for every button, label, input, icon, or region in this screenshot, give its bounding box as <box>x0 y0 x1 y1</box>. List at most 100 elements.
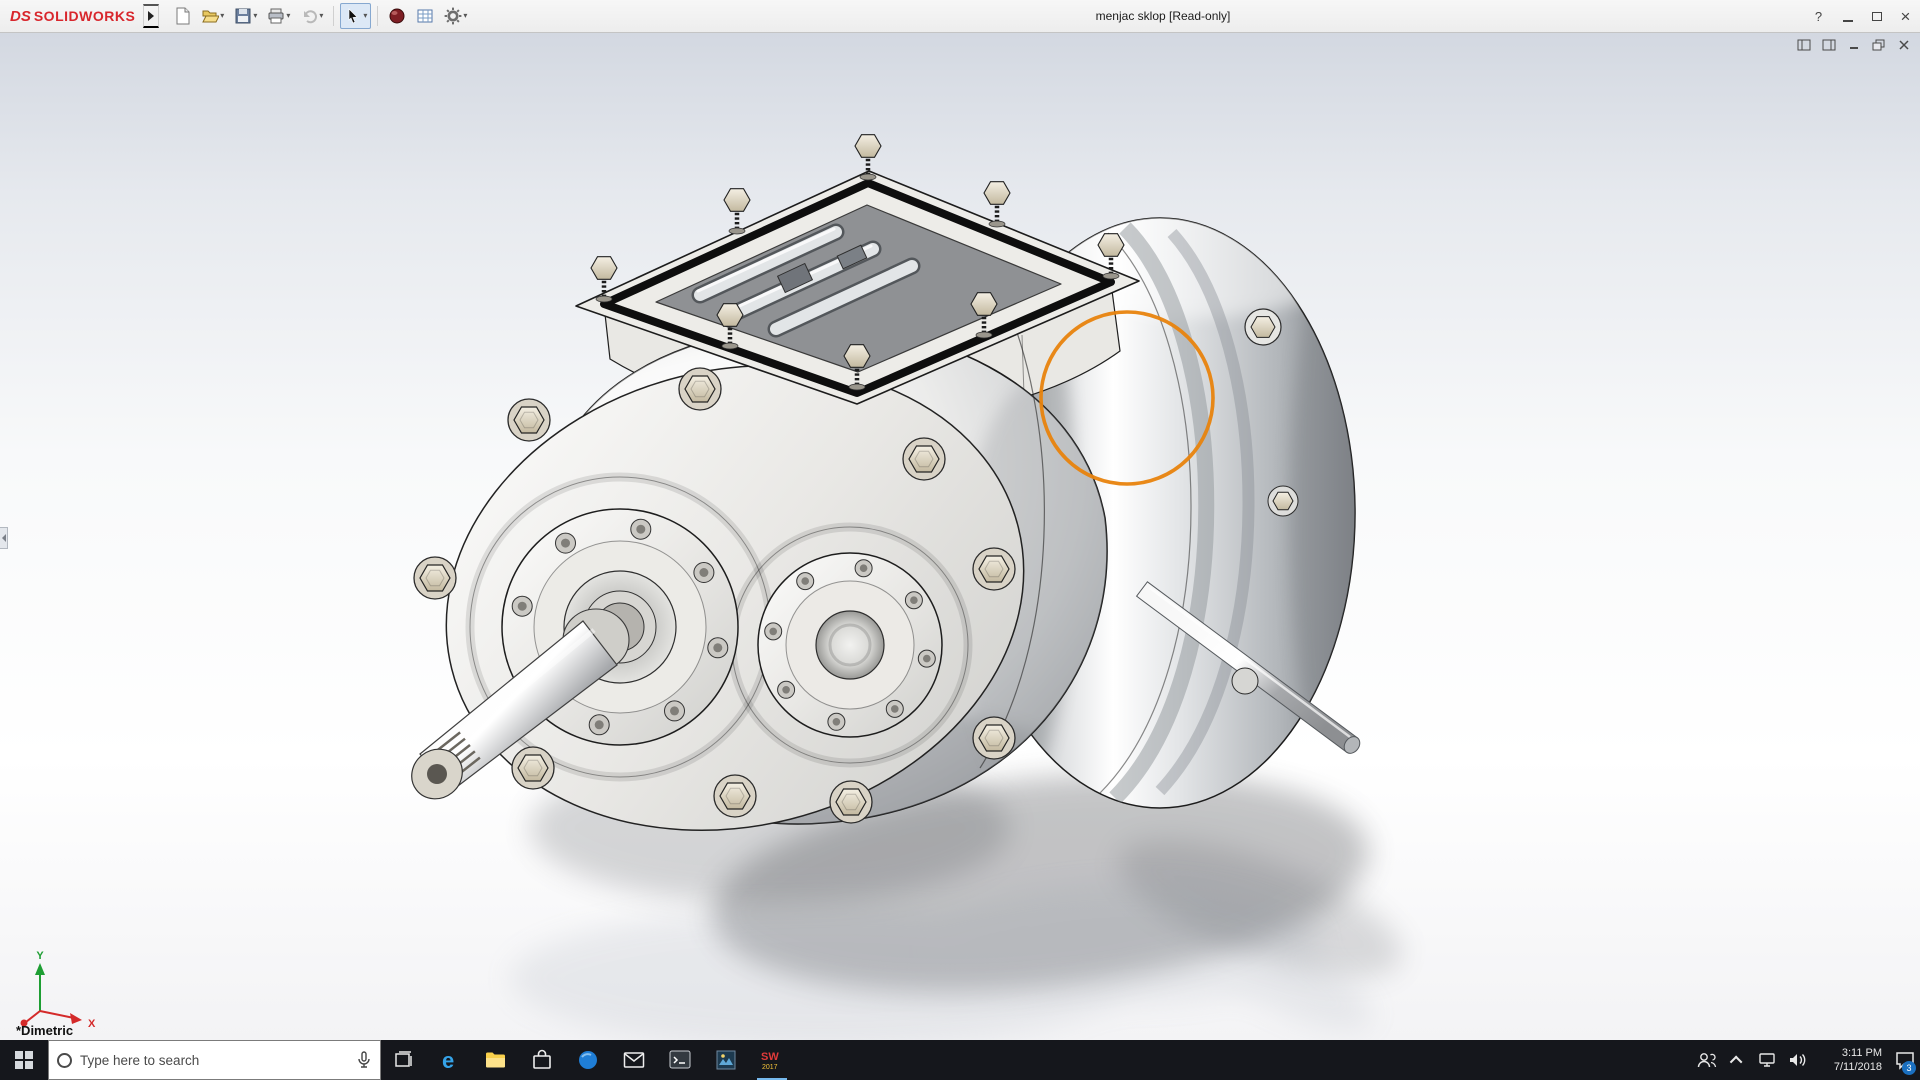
gearbox-model[interactable] <box>397 135 1400 890</box>
windows-taskbar: e <box>0 1040 1920 1080</box>
app-name: SOLIDWORKS <box>34 8 135 24</box>
people-button[interactable] <box>1692 1040 1722 1080</box>
orientation-triad: Y X <box>21 950 97 1030</box>
minimize-icon <box>1843 20 1853 22</box>
solidworks-icon: SW 2017 <box>759 1047 785 1073</box>
pane-right-icon <box>1822 39 1836 51</box>
mail-button[interactable] <box>611 1040 657 1080</box>
window-title: menjac sklop [Read-only] <box>1096 0 1231 33</box>
edge-button[interactable]: e <box>427 1040 473 1080</box>
volume-icon <box>1787 1051 1807 1069</box>
undo-icon <box>300 7 318 25</box>
solidworks-taskbar-button[interactable]: SW 2017 <box>749 1040 795 1080</box>
close-icon <box>1898 39 1910 51</box>
undo-button[interactable]: ▾ <box>296 3 327 29</box>
solidworks-logo[interactable]: DS SOLIDWORKS <box>0 8 143 25</box>
taskbar-search[interactable] <box>48 1040 381 1080</box>
clock-time: 3:11 PM <box>1842 1046 1882 1060</box>
pane-left-icon <box>1797 39 1811 51</box>
view-orientation-label: *Dimetric <box>16 1023 73 1038</box>
maximize-icon <box>1872 12 1882 21</box>
new-document-icon <box>173 7 191 25</box>
doc-pane-right-button[interactable] <box>1820 37 1837 52</box>
taskbar-clock[interactable]: 3:11 PM 7/11/2018 <box>1812 1040 1890 1080</box>
system-tray: 3:11 PM 7/11/2018 3 <box>1692 1040 1920 1080</box>
print-icon <box>267 7 285 25</box>
graphics-area[interactable]: Y X <box>0 33 1920 1040</box>
blue-app-button[interactable] <box>565 1040 611 1080</box>
panel-collapse-arrow[interactable] <box>0 527 8 549</box>
file-explorer-button[interactable] <box>473 1040 519 1080</box>
dropdown-caret-icon: ▾ <box>286 12 290 20</box>
doc-restore-button[interactable] <box>1870 37 1887 52</box>
doc-minimize-button[interactable] <box>1845 37 1862 52</box>
save-icon <box>234 7 252 25</box>
maximize-button[interactable] <box>1862 0 1891 33</box>
hidden-icons-button[interactable] <box>1722 1040 1752 1080</box>
start-icon <box>15 1051 33 1069</box>
blue-app-icon <box>576 1048 600 1072</box>
command-prompt-icon <box>668 1048 692 1072</box>
close-icon: × <box>1901 7 1911 27</box>
y-axis-arrow-icon <box>35 963 45 975</box>
notification-badge: 3 <box>1902 1061 1916 1075</box>
file-properties-icon <box>416 7 434 25</box>
secondary-flange[interactable] <box>758 553 942 737</box>
window-controls: ? × <box>1804 0 1920 33</box>
network-icon <box>1757 1051 1777 1069</box>
open-button[interactable]: ▾ <box>197 3 228 29</box>
doc-close-button[interactable] <box>1895 37 1912 52</box>
doc-pane-left-button[interactable] <box>1795 37 1812 52</box>
cortana-ring-icon <box>57 1053 72 1068</box>
rebuild-button[interactable] <box>384 3 410 29</box>
people-icon <box>1696 1050 1718 1070</box>
dropdown-caret-icon: ▾ <box>319 12 323 20</box>
toolbar-separator <box>333 6 334 26</box>
dropdown-caret-icon: ▾ <box>253 12 257 20</box>
new-document-button[interactable] <box>169 3 195 29</box>
print-button[interactable]: ▾ <box>263 3 294 29</box>
search-input[interactable] <box>80 1053 348 1068</box>
microphone-icon[interactable] <box>356 1051 372 1069</box>
photos-button[interactable] <box>703 1040 749 1080</box>
options-button[interactable]: ▾ <box>440 3 471 29</box>
mail-icon <box>622 1048 646 1072</box>
solidworks-window: DS SOLIDWORKS ▾ <box>0 0 1920 1080</box>
svg-text:SW: SW <box>761 1051 779 1063</box>
close-button[interactable]: × <box>1891 0 1920 33</box>
help-button[interactable]: ? <box>1804 0 1833 33</box>
command-prompt-button[interactable] <box>657 1040 703 1080</box>
task-view-icon <box>393 1049 415 1071</box>
model-3d-view[interactable]: Y X <box>0 33 1920 1040</box>
hidden-icons-chevron-icon <box>1729 1055 1742 1068</box>
restore-icon <box>1872 39 1885 51</box>
select-tool-button[interactable]: ▾ <box>340 3 371 29</box>
store-button[interactable] <box>519 1040 565 1080</box>
action-center-button[interactable]: 3 <box>1890 1040 1920 1080</box>
quick-access-toolbar: ▾ ▾ ▾ <box>169 3 471 29</box>
toolbar-flyout-button[interactable] <box>143 4 159 28</box>
options-gear-icon <box>444 7 462 25</box>
toolbar-separator <box>377 6 378 26</box>
file-explorer-icon <box>484 1048 508 1072</box>
svg-text:e: e <box>442 1048 454 1072</box>
save-button[interactable]: ▾ <box>230 3 261 29</box>
select-arrow-icon <box>344 7 362 25</box>
file-properties-button[interactable] <box>412 3 438 29</box>
start-button[interactable] <box>0 1040 48 1080</box>
document-window-controls <box>1795 37 1912 52</box>
triad-x-label: X <box>88 1018 96 1030</box>
collapse-arrow-icon <box>2 534 6 542</box>
minimize-button[interactable] <box>1833 0 1862 33</box>
minimize-icon <box>1848 39 1860 51</box>
flyout-arrow-icon <box>148 11 154 21</box>
photos-icon <box>714 1048 738 1072</box>
task-view-button[interactable] <box>381 1040 427 1080</box>
dropdown-caret-icon: ▾ <box>363 12 367 20</box>
ds-logo-mark: DS <box>10 8 31 25</box>
rebuild-icon <box>388 7 406 25</box>
edge-icon: e <box>438 1048 462 1072</box>
clock-date: 7/11/2018 <box>1834 1060 1882 1074</box>
volume-button[interactable] <box>1782 1040 1812 1080</box>
network-button[interactable] <box>1752 1040 1782 1080</box>
